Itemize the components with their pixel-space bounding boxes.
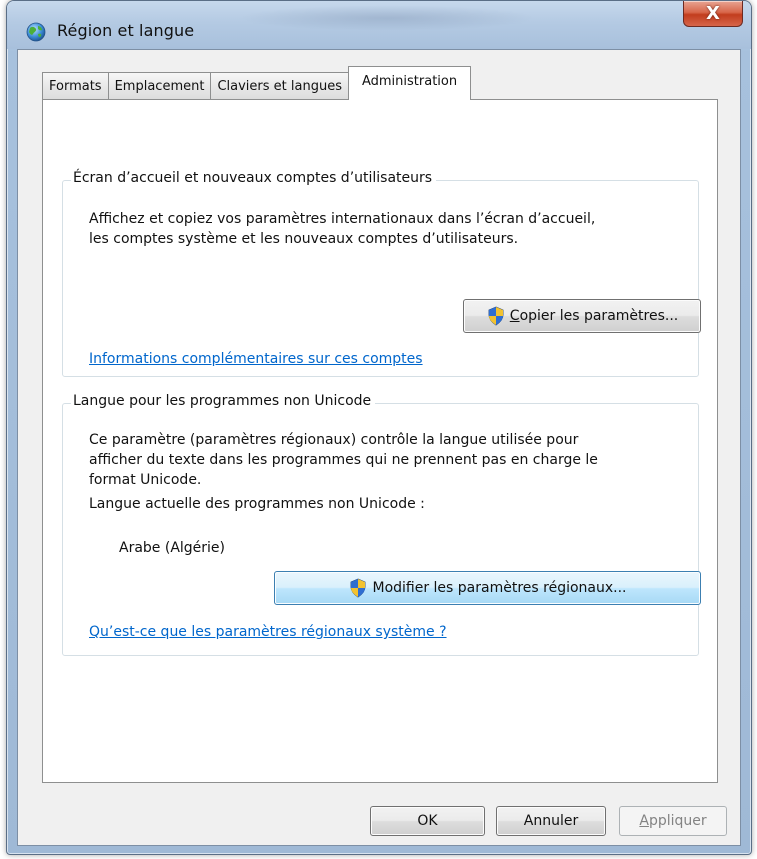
system-locale-help-link[interactable]: Qu’est-ce que les paramètres régionaux s… (89, 624, 447, 640)
non-unicode-group-title: Langue pour les programmes non Unicode (71, 393, 376, 409)
dialog-client-area: Formats Emplacement Claviers et langues … (17, 49, 741, 846)
apply-button-label: Appliquer (639, 813, 706, 829)
apply-button[interactable]: Appliquer (619, 806, 727, 836)
ok-button-label: OK (417, 813, 438, 829)
welcome-screen-group-title: Écran d’accueil et nouveaux comptes d’ut… (71, 170, 437, 186)
non-unicode-description: Ce paramètre (paramètres régionaux) cont… (89, 430, 598, 514)
welcome-screen-group: Écran d’accueil et nouveaux comptes d’ut… (62, 170, 701, 377)
tab-strip: Formats Emplacement Claviers et langues … (42, 66, 472, 100)
administration-tab-page: Écran d’accueil et nouveaux comptes d’ut… (42, 99, 718, 783)
cancel-button[interactable]: Annuler (496, 806, 606, 836)
title-bar-glass (237, 5, 537, 31)
window-title: Région et langue (57, 21, 195, 40)
tab-formats[interactable]: Formats (42, 72, 109, 100)
close-icon: X (706, 2, 720, 24)
tab-claviers-et-langues[interactable]: Claviers et langues (210, 72, 349, 100)
globe-icon (26, 22, 46, 42)
apply-mnemonic: A (639, 813, 649, 829)
uac-shield-icon (351, 578, 366, 598)
accounts-info-link[interactable]: Informations complémentaires sur ces com… (89, 351, 423, 367)
welcome-description-line-2: les comptes système et les nouveaux comp… (89, 231, 519, 247)
change-locale-button[interactable]: Modifier les paramètres régionaux... (274, 571, 701, 605)
non-unicode-description-line-2: afficher du texte dans les programmes qu… (89, 452, 598, 468)
tab-emplacement[interactable]: Emplacement (107, 72, 212, 100)
non-unicode-group: Langue pour les programmes non Unicode C… (62, 393, 701, 656)
welcome-screen-description: Affichez et copiez vos paramètres intern… (89, 209, 595, 249)
copy-settings-button[interactable]: Copier les paramètres... (463, 299, 701, 333)
copy-settings-mnemonic: C (509, 308, 520, 324)
current-language-value: Arabe (Algérie) (119, 540, 226, 556)
dialog-window: Région et langue X Formats Emplacement C… (6, 0, 752, 855)
change-locale-label: Modifier les paramètres régionaux... (372, 580, 627, 596)
current-language-label: Langue actuelle des programmes non Unico… (89, 496, 425, 512)
welcome-description-line-1: Affichez et copiez vos paramètres intern… (89, 211, 596, 227)
tab-administration[interactable]: Administration (347, 66, 472, 100)
copy-settings-label-rest: opier les paramètres... (519, 308, 679, 324)
non-unicode-description-line-1: Ce paramètre (paramètres régionaux) cont… (89, 432, 579, 448)
non-unicode-description-line-3: format Unicode. (89, 472, 202, 488)
uac-shield-icon (488, 306, 504, 326)
title-bar[interactable]: Région et langue X (7, 1, 751, 49)
cancel-button-label: Annuler (523, 813, 579, 829)
copy-settings-label: Copier les paramètres... (510, 308, 678, 324)
apply-label-rest: ppliquer (648, 813, 707, 829)
ok-button[interactable]: OK (370, 806, 485, 836)
close-button[interactable]: X (683, 1, 743, 27)
